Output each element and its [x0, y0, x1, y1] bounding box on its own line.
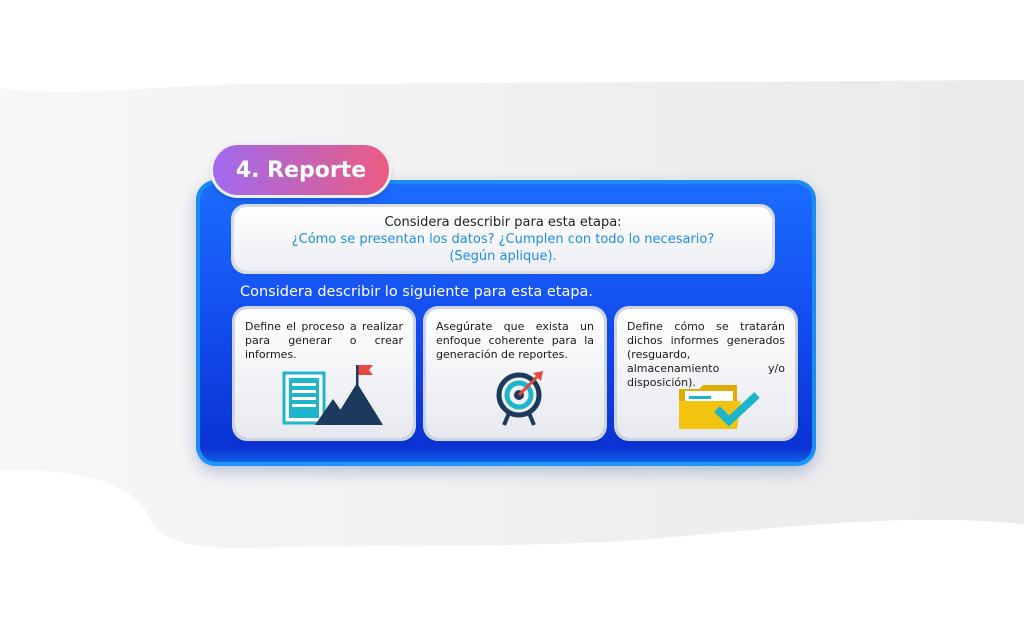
question-intro: Considera describir para esta etapa: — [384, 214, 622, 230]
folder-check-icon — [679, 385, 760, 429]
card-text: Define cómo se tratarán dichos informes … — [627, 320, 785, 389]
question-text: ¿Cómo se presentan los datos? ¿Cumplen c… — [291, 231, 715, 247]
stage-title: 4. Reporte — [213, 145, 389, 195]
card-process: Define el proceso a realizar para genera… — [235, 309, 413, 438]
question-box: Considera describir para esta etapa: ¿Có… — [234, 207, 772, 271]
card-storage: Define cómo se tratarán dichos informes … — [617, 309, 795, 438]
card-approach: Asegúrate que exista un enfoque coherent… — [426, 309, 604, 438]
target-arrow-icon — [496, 371, 543, 426]
card-text: Asegúrate que exista un enfoque coherent… — [436, 320, 594, 361]
card-text: Define el proceso a realizar para genera… — [245, 320, 403, 361]
section-subtitle: Considera describir lo siguiente para es… — [240, 284, 594, 300]
document-mountain-flag-icon — [282, 365, 383, 425]
question-note: (Según aplique). — [449, 248, 557, 264]
